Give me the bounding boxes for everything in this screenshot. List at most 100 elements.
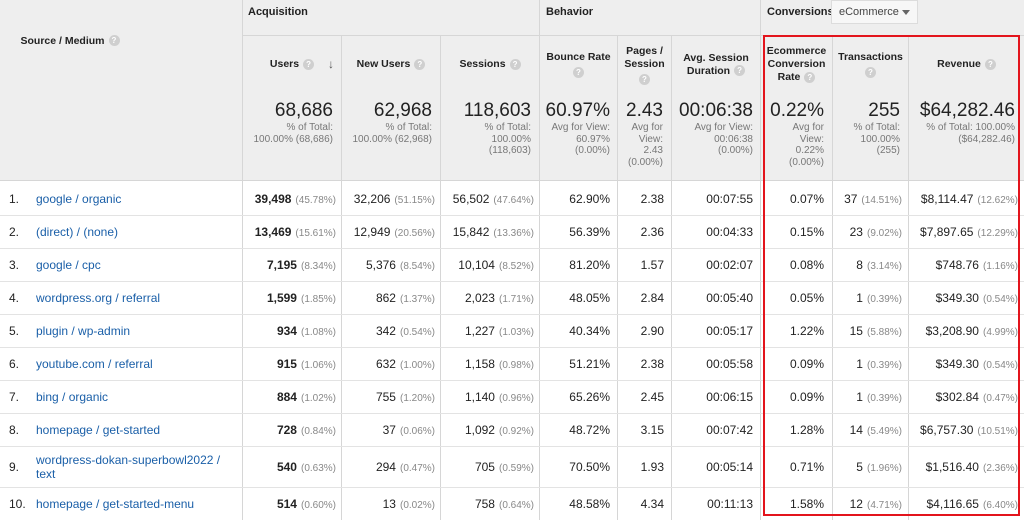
row-divider: [0, 281, 1024, 282]
total-new-users: 62,968 % of Total: 100.00% (62,968): [352, 100, 432, 145]
help-icon[interactable]: ?: [303, 58, 315, 70]
cell-bounce-rate: 48.05%: [569, 290, 610, 305]
cell-ecommerce-conversion-rate: 1.28%: [789, 422, 824, 437]
source-medium-link[interactable]: google / cpc: [36, 258, 101, 272]
conversion-type-value: eCommerce: [839, 6, 899, 18]
cell-pages-session: 2.38: [640, 191, 664, 206]
cell-avg-session-duration: 00:07:55: [706, 191, 753, 206]
header-pages-session[interactable]: Pages / Session ?: [618, 36, 671, 93]
cell-sessions: 705 (0.59%): [474, 459, 534, 474]
source-medium-link[interactable]: (direct) / (none): [36, 225, 118, 239]
cell-users: 13,469 (15.61%): [254, 224, 336, 239]
cell-sessions: 15,842 (13.36%): [452, 224, 534, 239]
cell-sessions: 2,023 (1.71%): [464, 290, 534, 305]
source-medium-link[interactable]: plugin / wp-admin: [36, 324, 130, 338]
cell-sessions: 56,502 (47.64%): [452, 191, 534, 206]
cell-new-users: 632 (1.00%): [375, 356, 435, 371]
cell-users: 540 (0.63%): [276, 459, 336, 474]
cell-revenue: $349.30 (0.54%): [935, 290, 1018, 305]
header-avg-session-duration[interactable]: Avg. Session Duration?: [672, 36, 760, 93]
cell-new-users: 342 (0.54%): [375, 323, 435, 338]
row-index: 3.: [9, 257, 20, 272]
cell-new-users: 32,206 (51.15%): [353, 191, 435, 206]
help-icon[interactable]: ?: [573, 67, 584, 78]
header-new-users[interactable]: New Users?: [342, 36, 440, 93]
source-medium-link[interactable]: bing / organic: [36, 390, 108, 404]
row-index: 2.: [9, 224, 20, 239]
cell-users: 7,195 (8.34%): [266, 257, 336, 272]
source-medium-link[interactable]: google / organic: [36, 192, 121, 206]
cell-revenue: $7,897.65 (12.29%): [920, 224, 1018, 239]
cell-transactions: 12 (4.71%): [849, 496, 902, 511]
cell-transactions: 14 (5.49%): [849, 422, 902, 437]
total-sessions: 118,603 % of Total: 100.00% (118,603): [463, 100, 531, 156]
help-icon[interactable]: ?: [108, 35, 120, 47]
cell-revenue: $8,114.47 (12.62%): [920, 191, 1018, 206]
cell-new-users: 5,376 (8.54%): [365, 257, 435, 272]
cell-revenue: $748.76 (1.16%): [935, 257, 1018, 272]
cell-sessions: 10,104 (8.52%): [458, 257, 534, 272]
row-divider: [0, 380, 1024, 381]
header-transactions[interactable]: Transactions ?: [833, 36, 908, 93]
cell-sessions: 1,140 (0.96%): [464, 389, 534, 404]
header-ecommerce-conversion-rate[interactable]: Ecommerce Conversion Rate?: [761, 36, 832, 93]
cell-transactions: 23 (9.02%): [849, 224, 902, 239]
cell-users: 915 (1.06%): [276, 356, 336, 371]
cell-ecommerce-conversion-rate: 0.09%: [789, 389, 824, 404]
cell-pages-session: 2.38: [640, 356, 664, 371]
cell-pages-session: 1.57: [640, 257, 664, 272]
help-icon[interactable]: ?: [865, 67, 876, 78]
cell-revenue: $4,116.65 (6.40%): [926, 496, 1018, 511]
cell-transactions: 37 (14.51%): [844, 191, 902, 206]
cell-transactions: 15 (5.88%): [849, 323, 902, 338]
cell-pages-session: 1.93: [640, 459, 664, 474]
row-index: 8.: [9, 422, 20, 437]
source-medium-link[interactable]: wordpress-dokan-superbowl2022 /text: [36, 453, 220, 481]
total-ecommerce-conversion-rate: 0.22% Avg for View: 0.22% (0.00%): [770, 100, 824, 168]
help-icon[interactable]: ?: [509, 58, 521, 70]
row-divider: [0, 215, 1024, 216]
cell-users: 514 (0.60%): [276, 496, 336, 511]
header-revenue[interactable]: Revenue?: [909, 36, 1024, 93]
header-source-medium[interactable]: Source / Medium?: [0, 34, 140, 48]
row-divider: [0, 347, 1024, 348]
source-medium-link[interactable]: wordpress.org / referral: [36, 291, 160, 305]
cell-bounce-rate: 40.34%: [569, 323, 610, 338]
row-index: 4.: [9, 290, 20, 305]
header-sessions[interactable]: Sessions?: [441, 36, 539, 93]
help-icon[interactable]: ?: [734, 65, 746, 77]
cell-pages-session: 2.45: [640, 389, 664, 404]
cell-ecommerce-conversion-rate: 0.09%: [789, 356, 824, 371]
header-bounce-rate[interactable]: Bounce Rate ?: [540, 36, 617, 93]
cell-sessions: 1,227 (1.03%): [464, 323, 534, 338]
source-medium-link[interactable]: homepage / get-started-menu: [36, 497, 194, 511]
row-index: 9.: [9, 459, 20, 474]
cell-ecommerce-conversion-rate: 0.15%: [789, 224, 824, 239]
source-medium-link[interactable]: homepage / get-started: [36, 423, 160, 437]
source-medium-link[interactable]: youtube.com / referral: [36, 357, 153, 371]
total-bounce-rate: 60.97% Avg for View: 60.97% (0.00%): [545, 100, 610, 156]
conversion-type-select[interactable]: eCommerce: [831, 0, 918, 24]
row-index: 1.: [9, 191, 20, 206]
cell-bounce-rate: 70.50%: [569, 459, 610, 474]
cell-users: 1,599 (1.85%): [266, 290, 336, 305]
cell-revenue: $1,516.40 (2.36%): [925, 459, 1018, 474]
cell-pages-session: 2.36: [640, 224, 664, 239]
help-icon[interactable]: ?: [414, 58, 426, 70]
cell-avg-session-duration: 00:05:14: [706, 459, 753, 474]
cell-revenue: $3,208.90 (4.99%): [925, 323, 1018, 338]
cell-new-users: 37 (0.06%): [382, 422, 435, 437]
help-icon[interactable]: ?: [639, 73, 650, 85]
header-users[interactable]: Users?: [243, 36, 341, 93]
help-icon[interactable]: ?: [804, 71, 816, 83]
cell-bounce-rate: 65.26%: [569, 389, 610, 404]
cell-transactions: 1 (0.39%): [856, 290, 902, 305]
cell-users: 39,498 (45.78%): [254, 191, 336, 206]
cell-bounce-rate: 62.90%: [569, 191, 610, 206]
sort-down-arrow-icon[interactable]: ↓: [328, 57, 334, 71]
cell-ecommerce-conversion-rate: 0.07%: [789, 191, 824, 206]
help-icon[interactable]: ?: [984, 58, 996, 70]
total-revenue: $64,282.46 % of Total: 100.00% ($64,282.…: [919, 100, 1015, 145]
cell-pages-session: 3.15: [640, 422, 664, 437]
row-index: 7.: [9, 389, 20, 404]
